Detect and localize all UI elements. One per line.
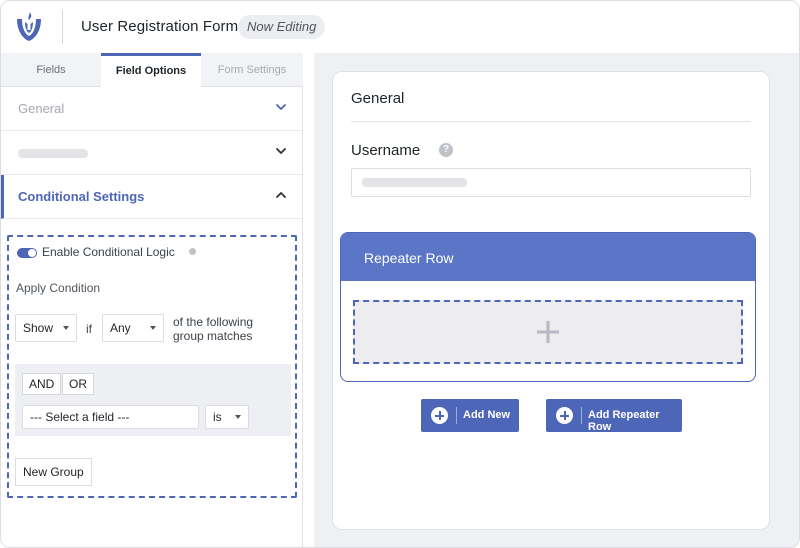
form-canvas: General Username ? Repeater Row Add New … [314, 53, 799, 547]
add-repeater-row-button[interactable]: Add Repeater Row [546, 399, 682, 433]
placeholder-skeleton [362, 178, 467, 187]
status-badge: Now Editing [238, 15, 326, 39]
section-title: General [351, 90, 405, 107]
accordion-general-label: General [18, 101, 65, 116]
repeater-header: Repeater Row [341, 233, 755, 281]
chevron-up-icon [276, 192, 286, 198]
repeater-drop-zone[interactable] [353, 300, 743, 364]
operator-select[interactable]: is [205, 405, 249, 429]
plus-circle-icon [431, 407, 448, 424]
app-window: User Registration Form Now Editing Field… [0, 0, 800, 548]
add-repeater-row-label: Add Repeater Row [588, 409, 660, 433]
caret-down-icon [63, 326, 69, 330]
action-select-value: Show [23, 321, 54, 335]
field-select-value: --- Select a field --- [30, 410, 130, 424]
help-icon[interactable]: ? [439, 143, 453, 157]
accordion-conditional-label: Conditional Settings [18, 189, 145, 204]
top-header: User Registration Form Now Editing [1, 1, 799, 53]
form-title: User Registration Form [81, 18, 239, 35]
header-divider [62, 10, 63, 44]
match-select-value: Any [110, 321, 131, 335]
add-new-button[interactable]: Add New [421, 399, 519, 432]
enable-conditional-label: Enable Conditional Logic [42, 245, 175, 259]
username-input[interactable] [351, 168, 751, 197]
caret-down-icon [235, 415, 241, 419]
tulip-logo-icon[interactable] [13, 11, 45, 43]
panel-tabs: Fields Field Options Form Settings [1, 53, 303, 88]
plus-icon [537, 321, 559, 343]
left-panel: Fields Field Options Form Settings Gener… [1, 53, 303, 547]
and-button[interactable]: AND [22, 373, 62, 395]
add-new-label: Add New [463, 409, 511, 421]
operator-select-value: is [213, 410, 222, 424]
chevron-down-icon [276, 104, 286, 110]
apply-condition-label: Apply Condition [16, 281, 101, 295]
help-icon[interactable] [189, 248, 196, 255]
accordion-conditional-settings[interactable]: Conditional Settings [1, 175, 302, 219]
enable-conditional-toggle[interactable] [17, 248, 37, 258]
toggle-knob [28, 249, 36, 257]
repeater-row[interactable]: Repeater Row [340, 232, 756, 382]
match-select[interactable]: Any [102, 314, 164, 342]
form-card: General Username ? Repeater Row Add New … [332, 71, 770, 530]
chevron-down-icon [276, 148, 286, 154]
username-label: Username [351, 142, 421, 159]
button-separator [581, 407, 582, 424]
tab-form-settings[interactable]: Form Settings [201, 53, 303, 87]
section-divider [351, 121, 751, 122]
button-separator [456, 407, 457, 424]
repeater-title: Repeater Row [364, 250, 454, 266]
tab-fields[interactable]: Fields [1, 53, 101, 87]
condition-group: AND OR --- Select a field --- is [15, 364, 291, 436]
tab-field-options[interactable]: Field Options [101, 53, 201, 88]
accordion-collapsed-section[interactable] [1, 131, 302, 175]
action-select[interactable]: Show [15, 314, 77, 342]
plus-circle-icon [556, 407, 573, 424]
placeholder-label-skeleton [18, 149, 88, 158]
if-label: if [86, 322, 92, 336]
accordion-general[interactable]: General [1, 87, 302, 131]
or-button[interactable]: OR [62, 373, 94, 395]
following-group-label: of the following group matches [173, 315, 254, 343]
new-group-button[interactable]: New Group [15, 458, 92, 486]
conditional-logic-box: Enable Conditional Logic Apply Condition… [7, 235, 297, 498]
field-select[interactable]: --- Select a field --- [22, 405, 199, 429]
caret-down-icon [150, 326, 156, 330]
